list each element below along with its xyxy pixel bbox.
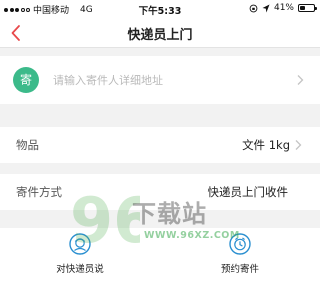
- sending-method-label: 寄件方式: [16, 185, 62, 199]
- schedule-pickup-button[interactable]: 预约寄件: [190, 233, 290, 275]
- chevron-right-icon: [297, 75, 304, 85]
- sender-address-placeholder: 请输入寄件人详细地址: [53, 74, 163, 87]
- clock-icon: [229, 233, 251, 255]
- sender-address-row[interactable]: 寄 请输入寄件人详细地址: [0, 56, 320, 104]
- item-label: 物品: [16, 138, 39, 152]
- sending-method-row[interactable]: 寄件方式 快递员上门收件: [0, 174, 320, 210]
- chevron-right-icon: [295, 140, 302, 150]
- schedule-pickup-label: 预约寄件: [220, 264, 259, 275]
- courier-avatar-icon: [69, 233, 91, 255]
- orientation-lock-icon: [249, 4, 258, 12]
- talk-to-courier-button[interactable]: 对快递员说: [30, 233, 130, 275]
- battery-percent: 41%: [273, 3, 294, 13]
- send-badge-icon: 寄: [13, 67, 39, 93]
- item-row[interactable]: 物品 文件 1kg: [0, 127, 320, 163]
- talk-to-courier-label: 对快递员说: [56, 264, 104, 275]
- bottom-action-bar: 对快递员说 预约寄件: [0, 228, 320, 294]
- sending-method-value: 快递员上门收件: [207, 185, 289, 199]
- page-title: 快递员上门: [127, 28, 193, 43]
- status-right: 41%: [249, 3, 317, 13]
- location-arrow-icon: [262, 4, 270, 12]
- nav-bar: 快递员上门: [0, 18, 320, 48]
- status-bar: 中国移动 4G 下午5:33 41%: [0, 0, 320, 18]
- item-value: 文件 1kg: [242, 138, 290, 152]
- battery-icon: [298, 4, 317, 12]
